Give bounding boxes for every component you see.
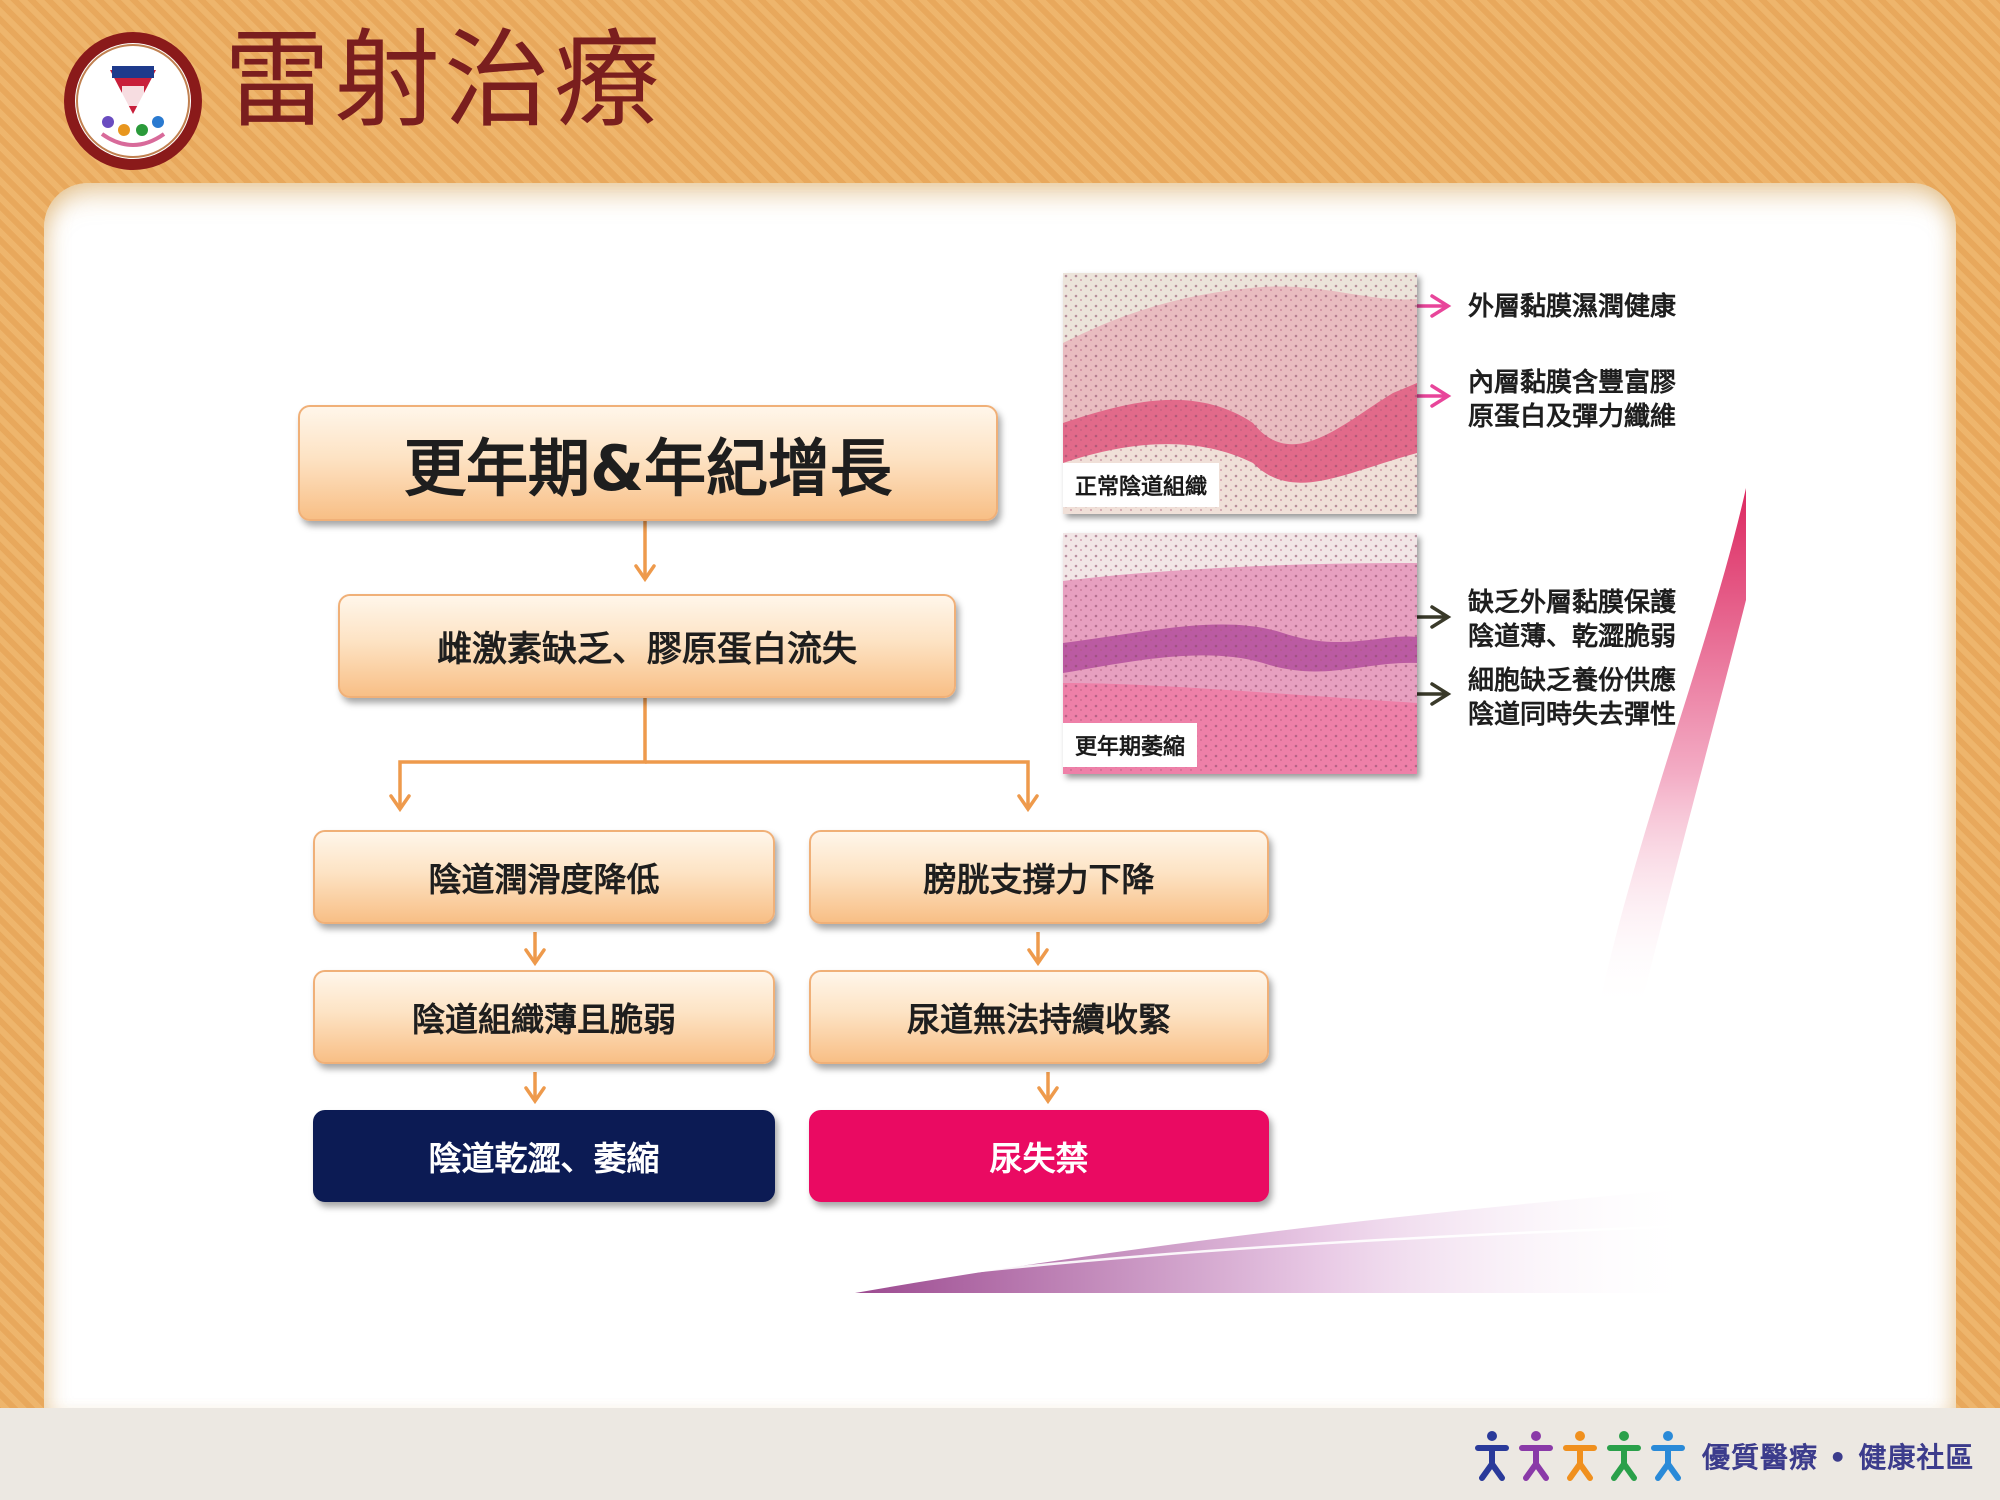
flow-left-result: 陰道乾澀、萎縮 bbox=[313, 1110, 775, 1202]
flow-root-box: 更年期&年紀增長 bbox=[298, 405, 998, 521]
flow-right-step-2: 尿道無法持續收緊 bbox=[809, 970, 1269, 1064]
atrophy-annotation-2: 細胞缺乏養份供應 陰道同時失去彈性 bbox=[1468, 666, 1677, 730]
atrophy-tissue-image: 更年期萎縮 bbox=[1063, 533, 1417, 774]
page-title: 雷射治療 bbox=[224, 19, 664, 142]
normal-tissue-image: 正常陰道組織 bbox=[1063, 273, 1417, 514]
flow-right-result-label: 尿失禁 bbox=[989, 1139, 1089, 1178]
flow-left-step-1: 陰道潤滑度降低 bbox=[313, 830, 775, 924]
hospital-logo bbox=[64, 32, 202, 170]
people-icon bbox=[1475, 1431, 1685, 1481]
flow-right-result: 尿失禁 bbox=[809, 1110, 1269, 1202]
flow-cause-label: 雌激素缺乏、膠原蛋白流失 bbox=[436, 629, 857, 670]
normal-tissue-label: 正常陰道組織 bbox=[1063, 463, 1220, 507]
flow-left-step-2: 陰道組織薄且脆弱 bbox=[313, 970, 775, 1064]
flow-left-step-2-label: 陰道組織薄且脆弱 bbox=[412, 1000, 676, 1039]
flow-right-step-1-label: 膀胱支撐力下降 bbox=[923, 860, 1155, 899]
flow-root-label: 更年期&年紀增長 bbox=[403, 432, 893, 505]
decorative-swoosh bbox=[855, 488, 1748, 1293]
flow-left-step-1-label: 陰道潤滑度降低 bbox=[428, 860, 660, 899]
normal-annotation-1: 外層黏膜濕潤健康 bbox=[1468, 292, 1677, 322]
flow-right-step-2-label: 尿道無法持續收緊 bbox=[907, 1000, 1171, 1039]
atrophy-tissue-label: 更年期萎縮 bbox=[1063, 723, 1198, 767]
flow-cause-box: 雌激素缺乏、膠原蛋白流失 bbox=[338, 594, 956, 698]
atrophy-annotation-1: 缺乏外層黏膜保護 陰道薄、乾澀脆弱 bbox=[1468, 588, 1677, 652]
normal-annotation-2: 內層黏膜含豐富膠 原蛋白及彈力纖維 bbox=[1468, 368, 1677, 432]
flow-left-result-label: 陰道乾澀、萎縮 bbox=[428, 1139, 660, 1178]
flow-right-step-1: 膀胱支撐力下降 bbox=[809, 830, 1269, 924]
footer-slogan: 優質醫療 • 健康社區 bbox=[1702, 1441, 1975, 1474]
